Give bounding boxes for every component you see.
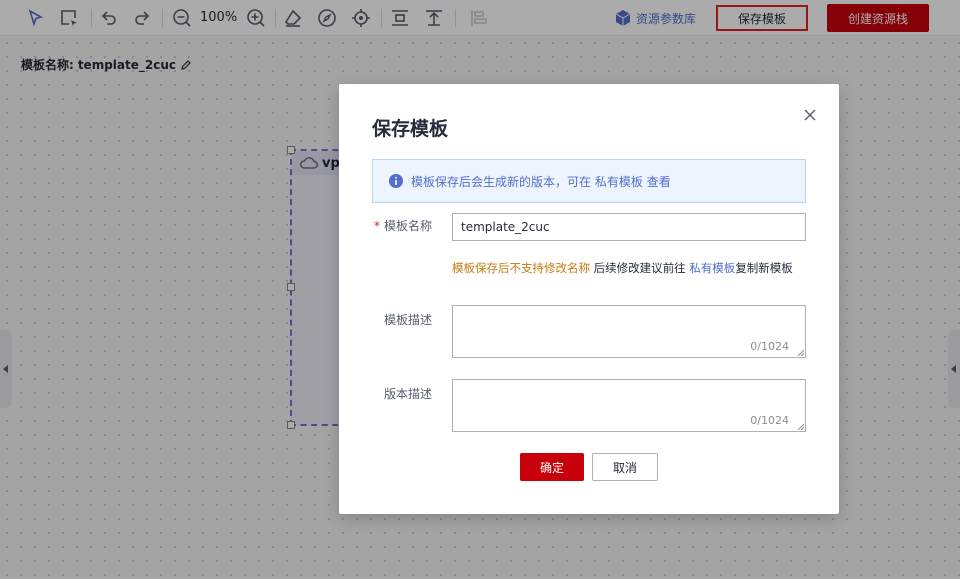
close-button[interactable] [801,106,819,124]
version-desc-textarea[interactable]: 0/1024 [452,379,806,432]
confirm-button[interactable]: 确定 [520,453,584,481]
info-alert: 模板保存后会生成新的版本，可在 私有模板 查看 [372,159,806,203]
required-mark: * [374,219,380,233]
hint-suffix: 复制新模板 [735,261,793,275]
label-text: 模板名称 [384,219,433,233]
hint-middle: 后续修改建议前往 [593,261,686,275]
template-name-input[interactable]: template_2cuc [452,213,806,241]
hint-private-template-link[interactable]: 私有模板 [689,261,735,275]
hint-warning: 模板保存后不支持修改名称 [452,261,590,275]
name-hint: 模板保存后不支持修改名称 后续修改建议前往 私有模板复制新模板 [452,261,806,276]
char-counter: 0/1024 [750,340,789,353]
close-icon [804,109,816,121]
template-desc-label: 模板描述 [384,313,433,327]
char-counter: 0/1024 [750,414,789,427]
template-name-field-label: * 模板名称 [374,217,432,234]
template-desc-textarea[interactable]: 0/1024 [452,305,806,358]
save-template-dialog: 保存模板 模板保存后会生成新的版本，可在 私有模板 查看 * 模板名称 templ… [339,84,839,514]
dialog-title: 保存模板 [372,118,449,140]
info-icon [389,174,403,188]
resize-grip-icon[interactable] [797,349,804,356]
private-template-link[interactable]: 私有模板 [595,175,643,189]
version-desc-label: 版本描述 [384,387,433,401]
cancel-button[interactable]: 取消 [592,453,658,481]
info-suffix: 查看 [646,174,671,189]
info-text: 模板保存后会生成新的版本，可在 [411,174,592,189]
resize-grip-icon[interactable] [797,423,804,430]
